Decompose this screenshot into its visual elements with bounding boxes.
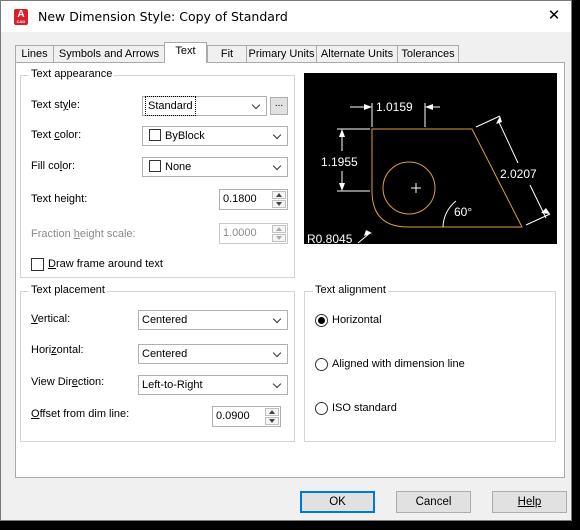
fill-color-dropdown[interactable]: None	[142, 157, 288, 177]
text-appearance-title: Text appearance	[29, 68, 115, 80]
vertical-dropdown[interactable]: Centered	[138, 310, 288, 330]
fraction-height-scale-value: 1.0000	[223, 227, 257, 239]
horizontal-label: Horizontal:	[31, 344, 84, 356]
tab-symbols-and-arrows[interactable]: Symbols and Arrows	[53, 45, 165, 63]
text-placement-group: Text placement Vertical: Centered Horizo…	[20, 284, 295, 442]
chevron-down-icon	[270, 311, 287, 329]
arrowhead	[425, 104, 433, 110]
alignment-aligned-label[interactable]: Aligned with dimension line	[332, 358, 465, 370]
dimension-style-dialog: A CAD New Dimension Style: Copy of Stand…	[0, 0, 572, 521]
preview-drawing: 1.0159 1.1955 2.0207 60° R0.8045	[307, 100, 551, 246]
color-swatch-icon	[149, 160, 161, 172]
angle-text: 60°	[454, 205, 472, 219]
arrowhead	[339, 183, 345, 191]
chevron-down-icon	[249, 97, 266, 115]
alignment-iso-radio[interactable]	[315, 402, 328, 415]
window-title: New Dimension Style: Copy of Standard	[38, 9, 288, 24]
vertical-label: Vertical:	[31, 313, 71, 325]
text-style-label: Text style:	[31, 99, 80, 111]
dim-left-text: 1.1955	[321, 155, 358, 169]
spin-down-icon[interactable]	[265, 417, 279, 425]
extension-line	[525, 213, 551, 226]
text-placement-title: Text placement	[29, 284, 107, 296]
text-appearance-group: Text appearance Text style: Standard ...…	[20, 68, 295, 278]
tab-tolerances[interactable]: Tolerances	[397, 45, 459, 63]
offset-label: Offset from dim line:	[31, 408, 130, 420]
text-alignment-title: Text alignment	[313, 284, 388, 296]
spin-up-icon[interactable]	[265, 408, 279, 416]
text-height-label: Text height:	[31, 193, 88, 205]
extension-line	[475, 115, 501, 128]
color-swatch-icon	[149, 129, 161, 141]
view-direction-value: Left-to-Right	[142, 379, 203, 391]
cancel-button[interactable]: Cancel	[396, 491, 471, 513]
tab-alternate-units[interactable]: Alternate Units	[316, 45, 398, 63]
draw-frame-checkbox[interactable]	[31, 258, 44, 271]
vertical-value: Centered	[142, 314, 188, 326]
alignment-iso-label[interactable]: ISO standard	[332, 402, 397, 414]
tab-fit[interactable]: Fit	[207, 45, 247, 63]
text-tab-panel: Text appearance Text style: Standard ...…	[15, 62, 565, 478]
title-bar: A CAD New Dimension Style: Copy of Stand…	[1, 1, 571, 32]
chevron-down-icon	[270, 345, 287, 363]
text-height-value: 0.1800	[223, 193, 257, 205]
alignment-aligned-radio[interactable]	[315, 358, 328, 371]
chevron-down-icon	[270, 376, 287, 394]
text-color-dropdown[interactable]: ByBlock	[142, 126, 288, 146]
spin-up-icon[interactable]	[272, 191, 286, 199]
help-button-label: Help	[517, 496, 542, 508]
arrowhead	[364, 104, 372, 110]
offset-spinner[interactable]: 0.0900	[212, 406, 281, 427]
tab-text[interactable]: Text	[164, 42, 207, 63]
radius-text: R0.8045	[307, 232, 353, 244]
text-style-value: Standard	[145, 96, 196, 116]
text-height-spinner[interactable]: 0.1800	[219, 189, 288, 210]
dimension-preview: 1.0159 1.1955 2.0207 60° R0.8045	[304, 73, 557, 246]
horizontal-value: Centered	[142, 348, 188, 360]
view-direction-label: View Direction:	[31, 376, 105, 388]
text-color-value: ByBlock	[165, 130, 205, 142]
leader-line	[357, 232, 371, 244]
fraction-height-scale-label: Fraction height scale:	[31, 228, 136, 240]
text-style-dropdown[interactable]: Standard	[142, 96, 267, 116]
horizontal-dropdown[interactable]: Centered	[138, 344, 288, 364]
fill-color-label: Fill color:	[31, 160, 76, 172]
hole-circle	[382, 161, 436, 215]
spin-down-icon	[272, 234, 286, 242]
text-style-browse-button[interactable]: ...	[270, 97, 288, 115]
dim-top-text: 1.0159	[376, 100, 413, 114]
dim-diagonal-text: 2.0207	[500, 167, 537, 181]
close-button[interactable]: ✕	[541, 5, 567, 27]
dim-line	[497, 119, 519, 164]
alignment-horizontal-label[interactable]: Horizontal	[332, 314, 382, 326]
spin-up-icon	[272, 225, 286, 233]
text-color-label: Text color:	[31, 129, 82, 141]
arrowhead	[339, 129, 345, 137]
help-button[interactable]: Help	[492, 491, 567, 513]
alignment-horizontal-radio[interactable]	[315, 314, 328, 327]
view-direction-dropdown[interactable]: Left-to-Right	[138, 375, 288, 395]
chevron-down-icon	[270, 127, 287, 145]
spin-down-icon[interactable]	[272, 200, 286, 208]
fill-color-value: None	[165, 161, 192, 173]
text-alignment-group: Text alignment Horizontal Aligned with d…	[304, 284, 556, 442]
tab-primary-units[interactable]: Primary Units	[246, 45, 317, 63]
ok-button[interactable]: OK	[300, 491, 375, 513]
chevron-down-icon	[270, 158, 287, 176]
fraction-height-scale-spinner: 1.0000	[219, 223, 288, 244]
draw-frame-label[interactable]: Draw frame around text	[48, 258, 163, 270]
offset-value: 0.0900	[216, 410, 250, 422]
tab-lines[interactable]: Lines	[15, 45, 54, 63]
autocad-app-icon: A CAD	[14, 9, 28, 25]
